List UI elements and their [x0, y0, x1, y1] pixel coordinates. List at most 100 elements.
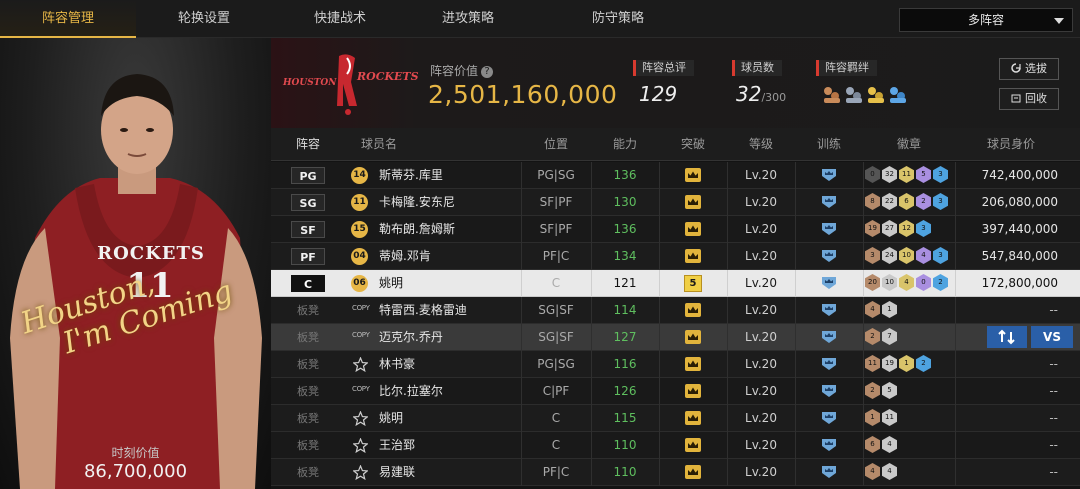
jersey-number-badge: 15	[351, 221, 368, 238]
training-icon[interactable]	[820, 249, 838, 263]
training-icon[interactable]	[820, 438, 838, 452]
player-name[interactable]: 迈克尔.乔丹	[379, 324, 443, 351]
swap-button[interactable]	[987, 326, 1027, 348]
player-count-max: /300	[761, 91, 787, 104]
crown-icon[interactable]	[685, 357, 701, 371]
player-position: C	[551, 438, 561, 452]
player-ability: 136	[613, 222, 637, 236]
lineup-slot[interactable]: PF	[291, 248, 325, 265]
training-icon[interactable]	[820, 303, 838, 317]
training-icon[interactable]	[820, 276, 838, 290]
crown-icon[interactable]	[685, 303, 701, 317]
bench-slot[interactable]: 板凳	[291, 405, 325, 432]
table-row[interactable]: C 06 姚明 C 121 5 Lv.20 20 10 4 0 2 172,800,000	[271, 270, 1080, 297]
training-icon[interactable]	[820, 222, 838, 236]
badge-hex: 10	[899, 247, 914, 264]
crown-icon[interactable]	[685, 222, 701, 236]
jersey-number-badge: 06	[351, 275, 368, 292]
crown-icon[interactable]	[685, 195, 701, 209]
crown-icon[interactable]	[685, 384, 701, 398]
tab-defense-strategy[interactable]: 防守策略	[550, 0, 686, 38]
tab-quick-tactics[interactable]: 快捷战术	[272, 0, 408, 38]
table-row[interactable]: 板凳 林书豪 PG|SG 116 Lv.20 11 19 1 2 --	[271, 351, 1080, 378]
training-icon[interactable]	[820, 384, 838, 398]
column-separator	[795, 324, 796, 351]
player-name[interactable]: 易建联	[379, 459, 415, 486]
player-ability: 127	[613, 330, 637, 344]
training-icon[interactable]	[820, 168, 838, 182]
crown-icon[interactable]	[685, 168, 701, 182]
player-card[interactable]: ROCKETS 11 Houston, I'm Coming 时刻价值 86,7…	[0, 38, 271, 489]
bond-icon-3	[868, 87, 884, 103]
table-row[interactable]: 板凳 姚明 C 115 Lv.20 1 11 --	[271, 405, 1080, 432]
player-name[interactable]: 王治郅	[379, 432, 415, 459]
column-separator	[795, 270, 796, 297]
lineup-select[interactable]: 多阵容	[899, 8, 1073, 32]
bench-slot[interactable]: 板凳	[291, 432, 325, 459]
player-value: --	[1049, 357, 1058, 371]
player-name[interactable]: 卡梅隆.安东尼	[379, 189, 455, 216]
crown-icon[interactable]	[685, 330, 701, 344]
vs-button[interactable]: VS	[1031, 326, 1073, 348]
column-separator	[795, 243, 796, 270]
table-row[interactable]: PF 04 蒂姆.邓肯 PF|C 134 Lv.20 3 24 10 4 3 547,840,000	[271, 243, 1080, 270]
player-ability: 115	[613, 411, 637, 425]
player-name[interactable]: 勒布朗.詹姆斯	[379, 216, 455, 243]
jersey-number-badge: 04	[351, 248, 368, 265]
tab-offense-strategy[interactable]: 进攻策略	[400, 0, 536, 38]
badge-hex: 12	[899, 220, 914, 237]
scout-button[interactable]: 选拔	[999, 58, 1059, 80]
player-name[interactable]: 蒂姆.邓肯	[379, 243, 431, 270]
training-icon[interactable]	[820, 195, 838, 209]
crown-icon[interactable]	[685, 411, 701, 425]
training-icon[interactable]	[820, 465, 838, 479]
tab-rotation-settings[interactable]: 轮换设置	[136, 0, 272, 38]
lineup-slot[interactable]: SF	[291, 221, 325, 238]
lineup-slot[interactable]: PG	[291, 167, 325, 184]
player-ability: 110	[613, 438, 637, 452]
player-name[interactable]: 姚明	[379, 270, 403, 297]
training-icon[interactable]	[820, 330, 838, 344]
training-icon[interactable]	[820, 357, 838, 371]
table-row[interactable]: PG 14 斯蒂芬.库里 PG|SG 136 Lv.20 0 32 11 5 3 742,400,00…	[271, 162, 1080, 189]
table-row[interactable]: 板凳 COPY 比尔.拉塞尔 C|PF 126 Lv.20 2 5 --	[271, 378, 1080, 405]
crown-icon[interactable]	[685, 249, 701, 263]
bench-slot[interactable]: 板凳	[291, 378, 325, 405]
player-name[interactable]: 姚明	[379, 405, 403, 432]
player-name[interactable]: 比尔.拉塞尔	[379, 378, 443, 405]
table-row[interactable]: SF 15 勒布朗.詹姆斯 SF|PF 136 Lv.20 19 27 12 3 397,440,0…	[271, 216, 1080, 243]
tab-lineup-management[interactable]: 阵容管理	[0, 0, 136, 38]
recycle-button[interactable]: 回收	[999, 88, 1059, 110]
table-row[interactable]: 板凳 COPY 迈克尔.乔丹 SG|SF 127 Lv.20 2 7 VS	[271, 324, 1080, 351]
player-name[interactable]: 林书豪	[379, 351, 415, 378]
column-separator	[955, 432, 956, 459]
lineup-slot[interactable]: SG	[291, 194, 325, 211]
column-separator	[955, 378, 956, 405]
bond-icons[interactable]	[822, 84, 912, 106]
badge-hex: 8	[865, 193, 880, 210]
help-icon[interactable]: ?	[481, 65, 494, 78]
badge-hex: 2	[865, 382, 880, 399]
bench-slot[interactable]: 板凳	[291, 297, 325, 324]
swap-icon	[998, 329, 1015, 345]
table-row[interactable]: 板凳 易建联 PF|C 110 Lv.20 4 4 --	[271, 459, 1080, 486]
player-level: Lv.20	[745, 384, 777, 398]
crown-icon[interactable]	[685, 438, 701, 452]
logo-text-right: ROCKETS	[357, 70, 419, 83]
breakthrough-level[interactable]: 5	[684, 275, 702, 292]
crown-icon[interactable]	[685, 465, 701, 479]
training-icon[interactable]	[820, 411, 838, 425]
table-row[interactable]: SG 11 卡梅隆.安东尼 SF|PF 130 Lv.20 8 22 6 2 3 206,080,00…	[271, 189, 1080, 216]
copy-badge: COPY	[352, 331, 370, 339]
table-row[interactable]: 板凳 王治郅 C 110 Lv.20 6 4 --	[271, 432, 1080, 459]
table-row[interactable]: 板凳 COPY 特雷西.麦格雷迪 SG|SF 114 Lv.20 4 1 --	[271, 297, 1080, 324]
player-name[interactable]: 斯蒂芬.库里	[379, 162, 443, 189]
bench-slot[interactable]: 板凳	[291, 459, 325, 486]
lineup-rating: 129	[639, 82, 678, 106]
scout-button-label: 选拔	[1025, 62, 1047, 75]
bench-slot[interactable]: 板凳	[291, 351, 325, 378]
player-position: PG|SG	[537, 357, 575, 371]
player-name[interactable]: 特雷西.麦格雷迪	[379, 297, 467, 324]
lineup-slot[interactable]: C	[291, 275, 325, 292]
bench-slot[interactable]: 板凳	[291, 324, 325, 351]
